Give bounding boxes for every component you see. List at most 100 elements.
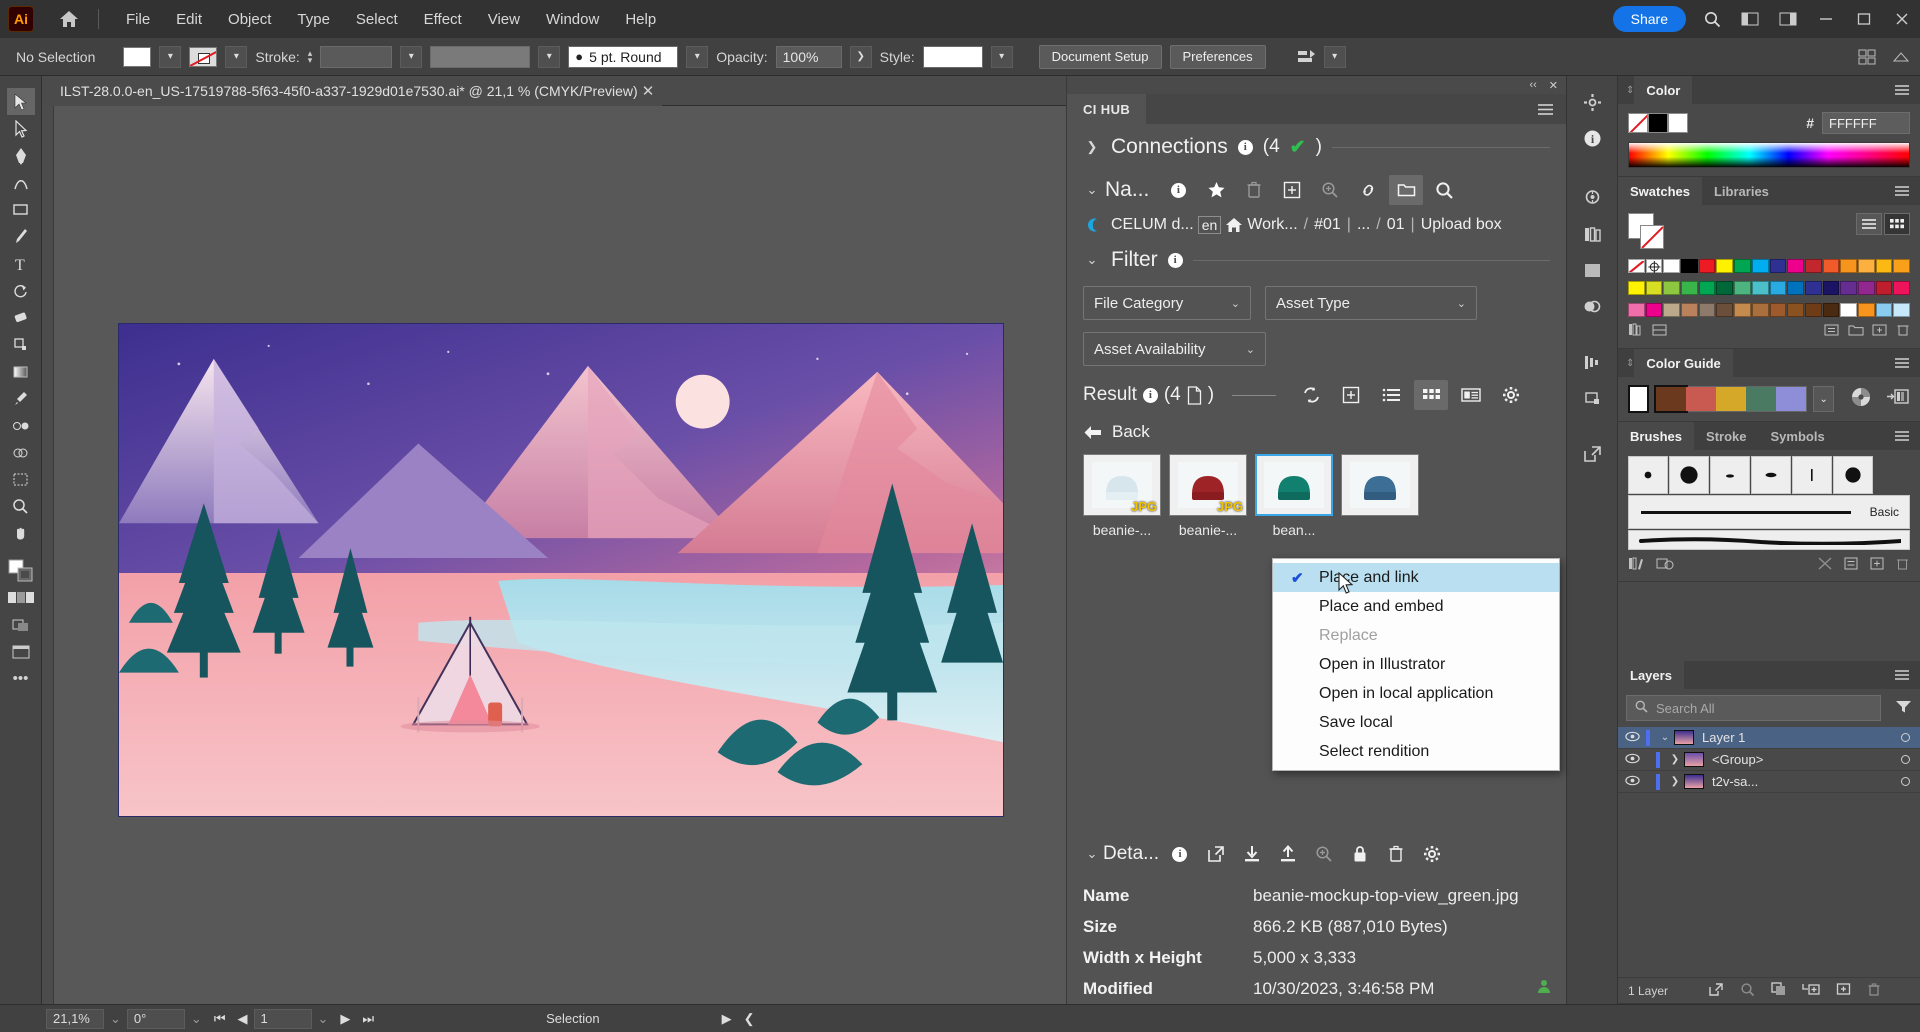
document-setup-button[interactable]: Document Setup [1039,45,1162,69]
color-swatch[interactable] [1646,303,1663,317]
context-menu-item-1[interactable]: Place and embed [1273,592,1559,621]
layers-search-input[interactable]: Search All [1626,695,1881,721]
detail-value[interactable]: beanie-mockup-top-view_green.jpg [1253,880,1519,911]
graphic-style-swatch[interactable] [923,46,983,68]
chevron-down-icon[interactable]: ⌄ [1813,386,1834,412]
detail-value[interactable]: 866.2 KB (887,010 Bytes) [1253,911,1448,942]
rotation-dropdown-caret[interactable]: ⌄ [185,1011,208,1027]
eye-icon[interactable] [1618,730,1646,745]
drawing-mode-icon[interactable] [7,611,35,638]
create-sublayer-icon[interactable] [1802,982,1820,999]
filter-section-header[interactable]: ⌄ Filter i [1067,240,1566,280]
target-circle-icon[interactable] [1901,777,1910,786]
context-menu-item-5[interactable]: Save local [1273,708,1559,737]
eye-icon[interactable] [1618,752,1646,767]
color-swatch[interactable] [1770,303,1787,317]
breadcrumb-part-2[interactable]: ... [1357,216,1370,234]
connections-section-header[interactable]: ❯ Connections i (4 ✔ ) [1067,124,1566,170]
asset-type-dropdown[interactable]: Asset Type⌄ [1265,286,1477,320]
color-swatch[interactable] [1734,303,1751,317]
chevron-right-icon[interactable]: ❯ [1083,139,1101,155]
swatch-grid-row-2[interactable] [1628,281,1910,295]
fill-color-swatch[interactable] [123,47,151,67]
close-icon[interactable]: ✕ [642,82,655,100]
layer-row[interactable]: ❯t2v-sa... [1618,771,1920,793]
blend-tool[interactable] [7,412,35,439]
properties-icon[interactable] [1575,86,1609,118]
zoom-in-icon[interactable] [1307,839,1341,869]
zoom-level-field[interactable]: 21,1% [46,1009,104,1029]
fill-dropdown-caret[interactable]: ▾ [159,46,181,68]
artboard-number-field[interactable]: 1 [254,1009,312,1029]
color-swatch[interactable] [1840,281,1857,295]
layer-row[interactable]: ❯<Group> [1618,749,1920,771]
upload-icon[interactable] [1271,839,1305,869]
color-swatch[interactable] [1752,259,1769,273]
document-tab[interactable]: ILST-28.0.0-en_US-17519788-5f63-45f0-a33… [42,76,662,106]
asset-thumbnail-3[interactable] [1341,454,1419,538]
tab-color[interactable]: Color [1634,76,1692,104]
eraser-tool[interactable] [7,304,35,331]
hand-tool[interactable] [7,520,35,547]
layer-name[interactable]: Layer 1 [1702,730,1745,745]
swatch-options-icon[interactable] [1824,323,1840,340]
info-icon[interactable]: i [1143,388,1158,403]
chevron-right-icon[interactable]: ❯ [1666,776,1684,787]
menu-item-view[interactable]: View [475,5,533,34]
details-section-header[interactable]: ⌄ Deta... i [1067,832,1566,876]
zoom-dropdown-caret[interactable]: ⌄ [104,1011,127,1027]
curvature-tool[interactable] [7,169,35,196]
color-swatch[interactable] [1805,259,1822,273]
scale-tool[interactable] [7,331,35,358]
asset-thumbnail-1[interactable]: JPG beanie-... [1169,454,1247,538]
pathfinder-icon[interactable] [1575,290,1609,322]
menu-item-type[interactable]: Type [284,5,343,34]
menu-item-edit[interactable]: Edit [163,5,215,34]
tab-symbols[interactable]: Symbols [1759,422,1837,450]
color-swatch[interactable] [1752,303,1769,317]
maximize-icon[interactable] [1852,13,1876,25]
menu-item-effect[interactable]: Effect [411,5,475,34]
stroke-profile-caret[interactable]: ▾ [538,46,560,68]
libraries-panel-icon[interactable] [1656,556,1674,575]
color-swatch[interactable] [1646,259,1663,273]
favorite-star-icon[interactable] [1199,175,1233,205]
color-swatch[interactable] [1663,303,1680,317]
info-icon[interactable]: i [1163,839,1197,869]
color-swatch[interactable] [1876,259,1893,273]
breadcrumb[interactable]: CELUM d... en Work... / #01 | ... / 01 |… [1067,210,1566,240]
artboards-icon[interactable] [1575,254,1609,286]
none-swatch[interactable] [1628,113,1648,133]
menu-item-window[interactable]: Window [533,5,612,34]
asset-availability-dropdown[interactable]: Asset Availability⌄ [1083,332,1266,366]
asset-thumbnail-2[interactable]: bean... [1255,454,1333,538]
style-caret[interactable]: ▾ [991,46,1013,68]
harmony-swatch[interactable] [1716,387,1746,411]
harmony-swatch[interactable] [1656,387,1686,411]
create-new-layer-icon[interactable] [1836,982,1851,999]
brush-preset[interactable] [1710,456,1750,494]
brush-definition-caret[interactable]: ▾ [686,46,708,68]
breadcrumb-part-1[interactable]: #01 [1314,216,1341,234]
color-swatch[interactable] [1716,281,1733,295]
grid-view-icon[interactable] [1884,213,1910,235]
type-tool[interactable]: T [7,250,35,277]
tab-stroke[interactable]: Stroke [1694,422,1758,450]
breadcrumb-part-0[interactable]: Work... [1247,216,1297,234]
prev-page-icon[interactable]: ◀ [232,1009,254,1029]
status-collapse-icon[interactable]: ❮ [738,1009,761,1029]
navigator-section-header[interactable]: ⌄ Na... i [1067,170,1566,210]
user-icon[interactable] [1536,978,1552,998]
context-menu-item-4[interactable]: Open in local application [1273,679,1559,708]
base-color-swatch[interactable] [1628,385,1649,413]
panel-menu-icon[interactable] [1894,661,1920,689]
layer-name[interactable]: <Group> [1712,752,1763,767]
align-panel-icon[interactable] [1575,346,1609,378]
panel-left-icon[interactable] [1738,12,1762,26]
stroke-weight-stepper[interactable]: ▴▾ [308,50,313,64]
layers-list[interactable]: ⌄Layer 1❯<Group>❯t2v-sa... [1618,727,1920,793]
swatch-grid-row-3[interactable] [1628,303,1910,317]
info-icon[interactable]: i [1238,140,1253,155]
panel-right-icon[interactable] [1776,12,1800,26]
stroke-profile-field[interactable] [430,46,530,68]
